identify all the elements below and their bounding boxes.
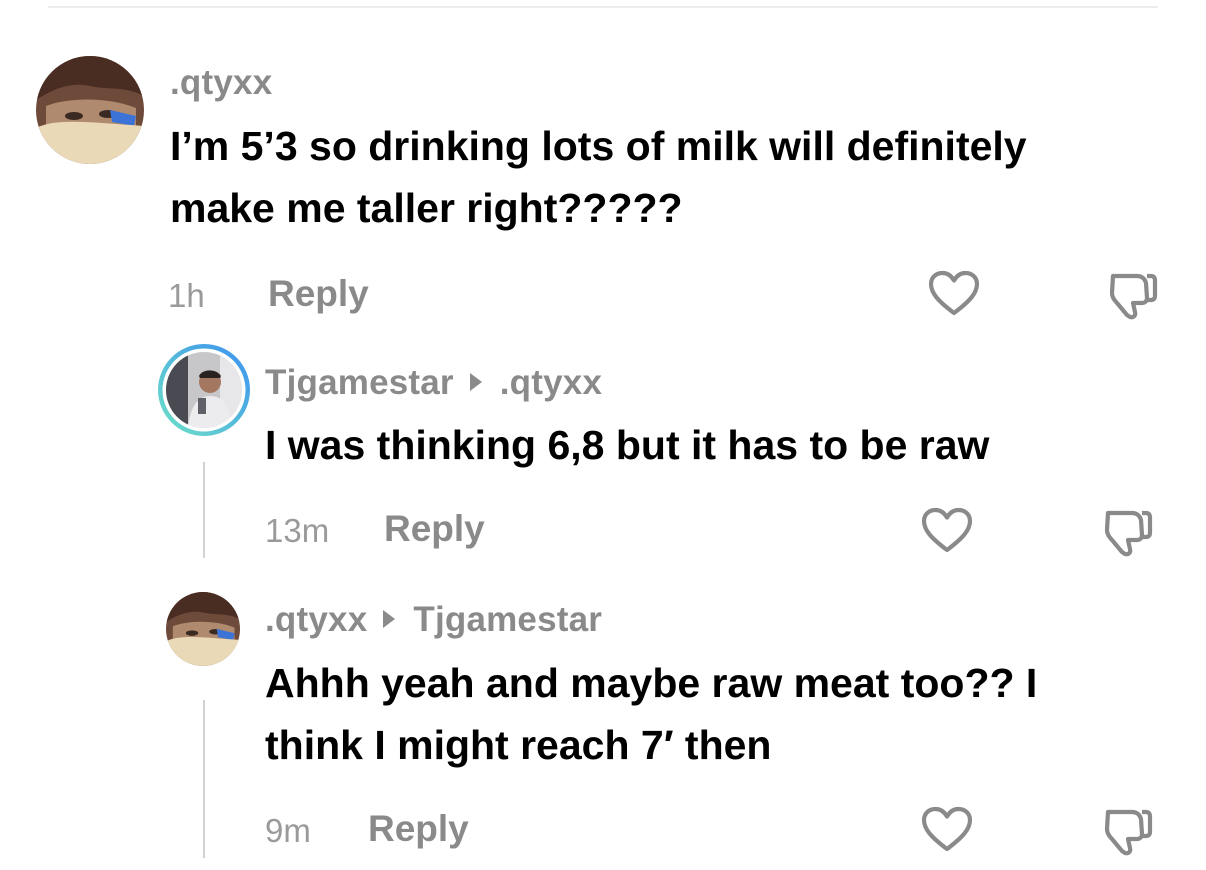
like-button[interactable] (921, 806, 973, 859)
thumbs-down-icon (1104, 809, 1153, 856)
thumbs-down-icon (1104, 510, 1153, 557)
comment-username: .qtyxx Tjgamestar (265, 600, 602, 640)
like-button[interactable] (928, 270, 980, 323)
reply-to-username[interactable]: .qtyxx (500, 363, 602, 402)
avatar[interactable] (36, 56, 144, 164)
heart-outline-icon (928, 270, 980, 316)
comment-timestamp: 13m (265, 512, 330, 549)
top-divider (48, 6, 1158, 8)
comment-text: I’m 5’3 so drinking lots of milk will de… (170, 115, 1027, 239)
comment-text-line: Ahhh yeah and maybe raw meat too?? I (265, 660, 1038, 706)
heart-outline-icon (921, 806, 973, 852)
dislike-button[interactable] (1107, 270, 1159, 325)
thread-line (203, 462, 205, 558)
username-label[interactable]: .qtyxx (170, 63, 272, 102)
comment-text: Ahhh yeah and maybe raw meat too?? I thi… (265, 652, 1037, 776)
reply-button[interactable]: Reply (368, 808, 469, 850)
thread-line (203, 700, 205, 858)
comment-username[interactable]: .qtyxx (170, 63, 272, 103)
comment-username: Tjgamestar .qtyxx (265, 363, 602, 403)
reply-to-username[interactable]: Tjgamestar (413, 600, 602, 639)
comment-text-line: I was thinking 6,8 but it has to be raw (265, 422, 990, 468)
username-label[interactable]: Tjgamestar (265, 363, 454, 402)
dislike-button[interactable] (1102, 507, 1154, 562)
reply-button[interactable]: Reply (268, 273, 369, 315)
comment-text-line: I’m 5’3 so drinking lots of milk will de… (170, 123, 1027, 169)
reply-arrow-icon (383, 609, 396, 628)
heart-outline-icon (921, 507, 973, 553)
username-label[interactable]: .qtyxx (265, 600, 367, 639)
reply-button[interactable]: Reply (384, 508, 485, 550)
comment-text-line: think I might reach 7′ then (265, 722, 772, 768)
comment-timestamp: 1h (168, 277, 205, 314)
avatar-with-story-ring[interactable] (156, 342, 252, 438)
avatar[interactable] (166, 592, 240, 666)
comment-timestamp: 9m (265, 812, 311, 849)
like-button[interactable] (921, 507, 973, 560)
dislike-button[interactable] (1102, 806, 1154, 861)
thumbs-down-icon (1109, 273, 1158, 320)
comment-text-line: make me taller right????? (170, 185, 683, 231)
comment-text: I was thinking 6,8 but it has to be raw (265, 414, 989, 476)
reply-arrow-icon (469, 372, 482, 391)
